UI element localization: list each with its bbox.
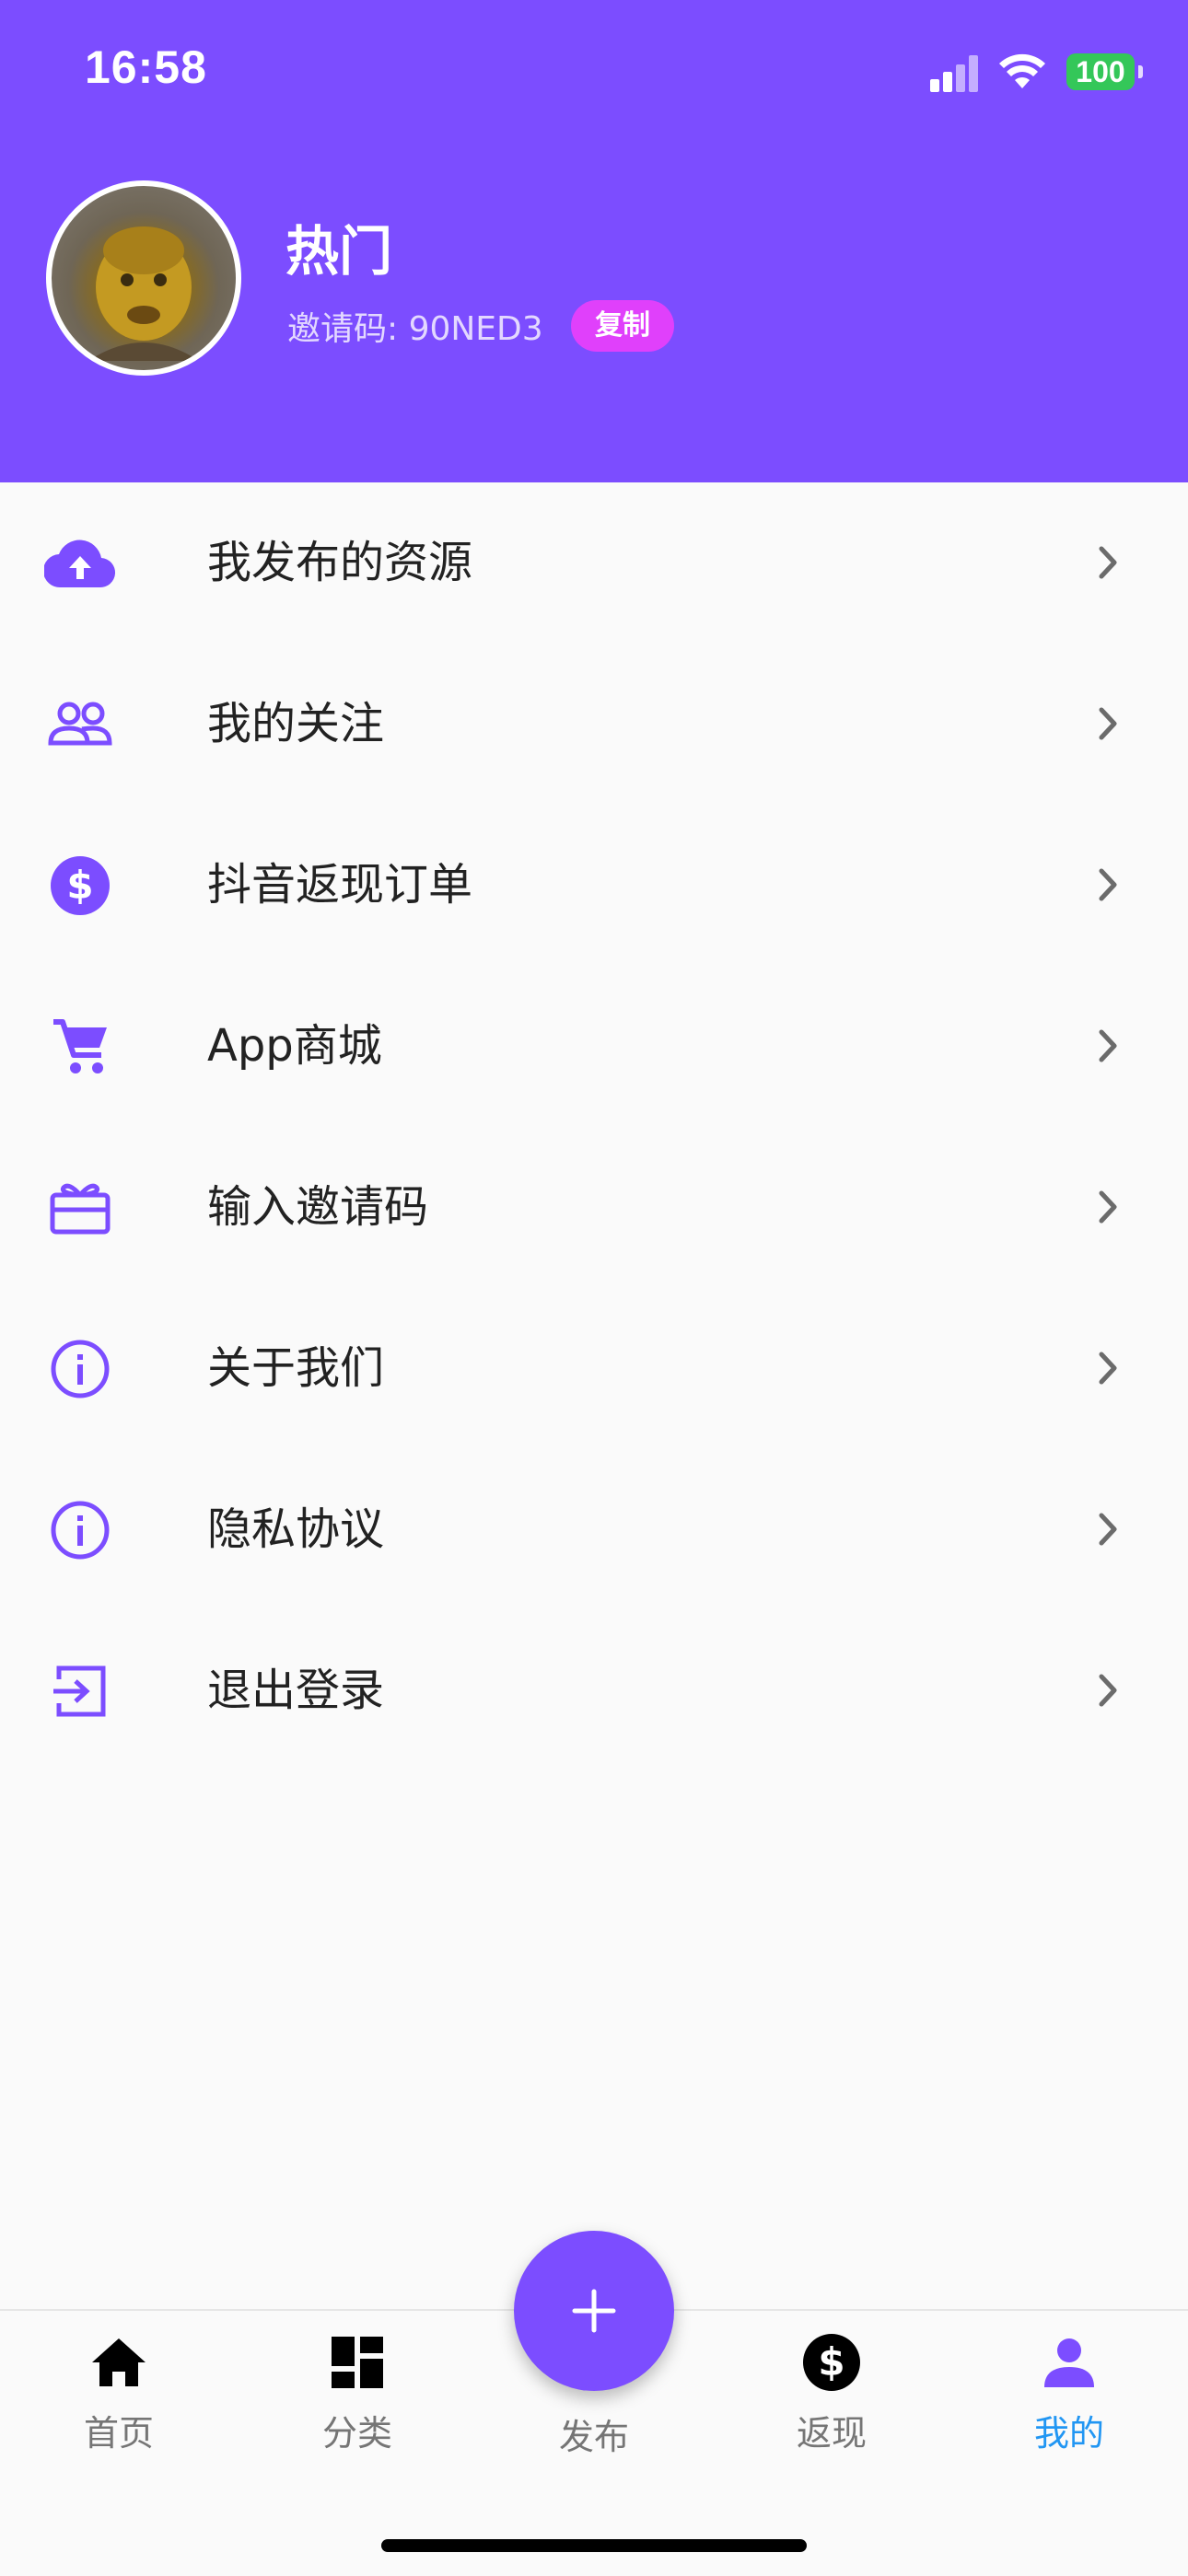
plus-icon (572, 2289, 616, 2333)
menu-list: 我发布的资源 我的关注 $ 抖音返现订单 App商城 输入邀请码 关于我们 隐私… (0, 482, 1188, 1771)
menu-item-label: 隐私协议 (207, 1503, 385, 1555)
tab-label: 分类 (321, 2413, 392, 2454)
battery-icon: 100 (1066, 53, 1143, 90)
tab-mine[interactable]: 我的 (977, 2329, 1161, 2455)
dollar-circle-icon: $ (740, 2329, 924, 2396)
menu-item-label: 关于我们 (207, 1342, 385, 1394)
people-icon (44, 693, 116, 756)
menu-item-about-us[interactable]: 关于我们 (0, 1288, 1188, 1449)
chevron-right-icon (1099, 1513, 1117, 1546)
logout-icon (44, 1660, 116, 1723)
menu-item-enter-invite[interactable]: 输入邀请码 (0, 1127, 1188, 1288)
profile-name: 热门 (285, 220, 393, 283)
invite-code-text: 邀请码: 90NED3 (287, 310, 543, 348)
menu-item-douyin-orders[interactable]: $ 抖音返现订单 (0, 805, 1188, 966)
svg-text:$: $ (818, 2339, 844, 2385)
tab-home[interactable]: 首页 (27, 2329, 211, 2455)
chevron-right-icon (1099, 546, 1117, 579)
home-indicator (381, 2539, 807, 2552)
gift-card-icon (44, 1177, 116, 1239)
chevron-right-icon (1099, 868, 1117, 901)
status-time: 16:58 (85, 41, 207, 93)
chevron-right-icon (1099, 1190, 1117, 1224)
chevron-right-icon (1099, 707, 1117, 740)
dollar-circle-icon: $ (44, 854, 116, 917)
cloud-upload-icon (44, 532, 116, 595)
profile-header: 16:58 100 热门 邀请码: 90NED3 复制 (0, 0, 1188, 482)
menu-item-label: 我发布的资源 (207, 537, 473, 588)
tab-label: 首页 (83, 2413, 154, 2454)
home-icon (27, 2329, 211, 2396)
menu-item-my-follows[interactable]: 我的关注 (0, 644, 1188, 805)
cart-icon (44, 1015, 116, 1078)
menu-item-app-store[interactable]: App商城 (0, 966, 1188, 1127)
menu-item-label: 抖音返现订单 (207, 859, 473, 911)
avatar[interactable] (46, 180, 241, 376)
menu-item-privacy-policy[interactable]: 隐私协议 (0, 1449, 1188, 1610)
copy-button[interactable]: 复制 (571, 300, 674, 352)
menu-item-logout[interactable]: 退出登录 (0, 1610, 1188, 1771)
dashboard-icon (265, 2329, 449, 2396)
menu-item-label: 退出登录 (207, 1665, 385, 1716)
publish-fab-button[interactable] (514, 2231, 674, 2391)
wifi-icon (999, 53, 1045, 88)
avatar-image (88, 226, 199, 361)
chevron-right-icon (1099, 1029, 1117, 1062)
tab-category[interactable]: 分类 (265, 2329, 449, 2455)
menu-item-label: 输入邀请码 (207, 1181, 429, 1233)
info-icon (44, 1499, 116, 1561)
menu-item-label: App商城 (207, 1020, 382, 1072)
info-icon (44, 1338, 116, 1400)
signal-icon (930, 52, 978, 92)
status-icons: 100 (930, 46, 1143, 98)
chevron-right-icon (1099, 1352, 1117, 1385)
tab-label: 返现 (796, 2413, 867, 2454)
svg-text:$: $ (66, 863, 93, 908)
tab-cashback[interactable]: $ 返现 (740, 2329, 924, 2455)
tab-label: 我的 (1033, 2413, 1104, 2454)
person-icon (977, 2329, 1161, 2396)
menu-item-label: 我的关注 (207, 698, 385, 749)
menu-item-my-resources[interactable]: 我发布的资源 (0, 482, 1188, 644)
tab-label-publish[interactable]: 发布 (502, 2408, 686, 2459)
chevron-right-icon (1099, 1674, 1117, 1707)
